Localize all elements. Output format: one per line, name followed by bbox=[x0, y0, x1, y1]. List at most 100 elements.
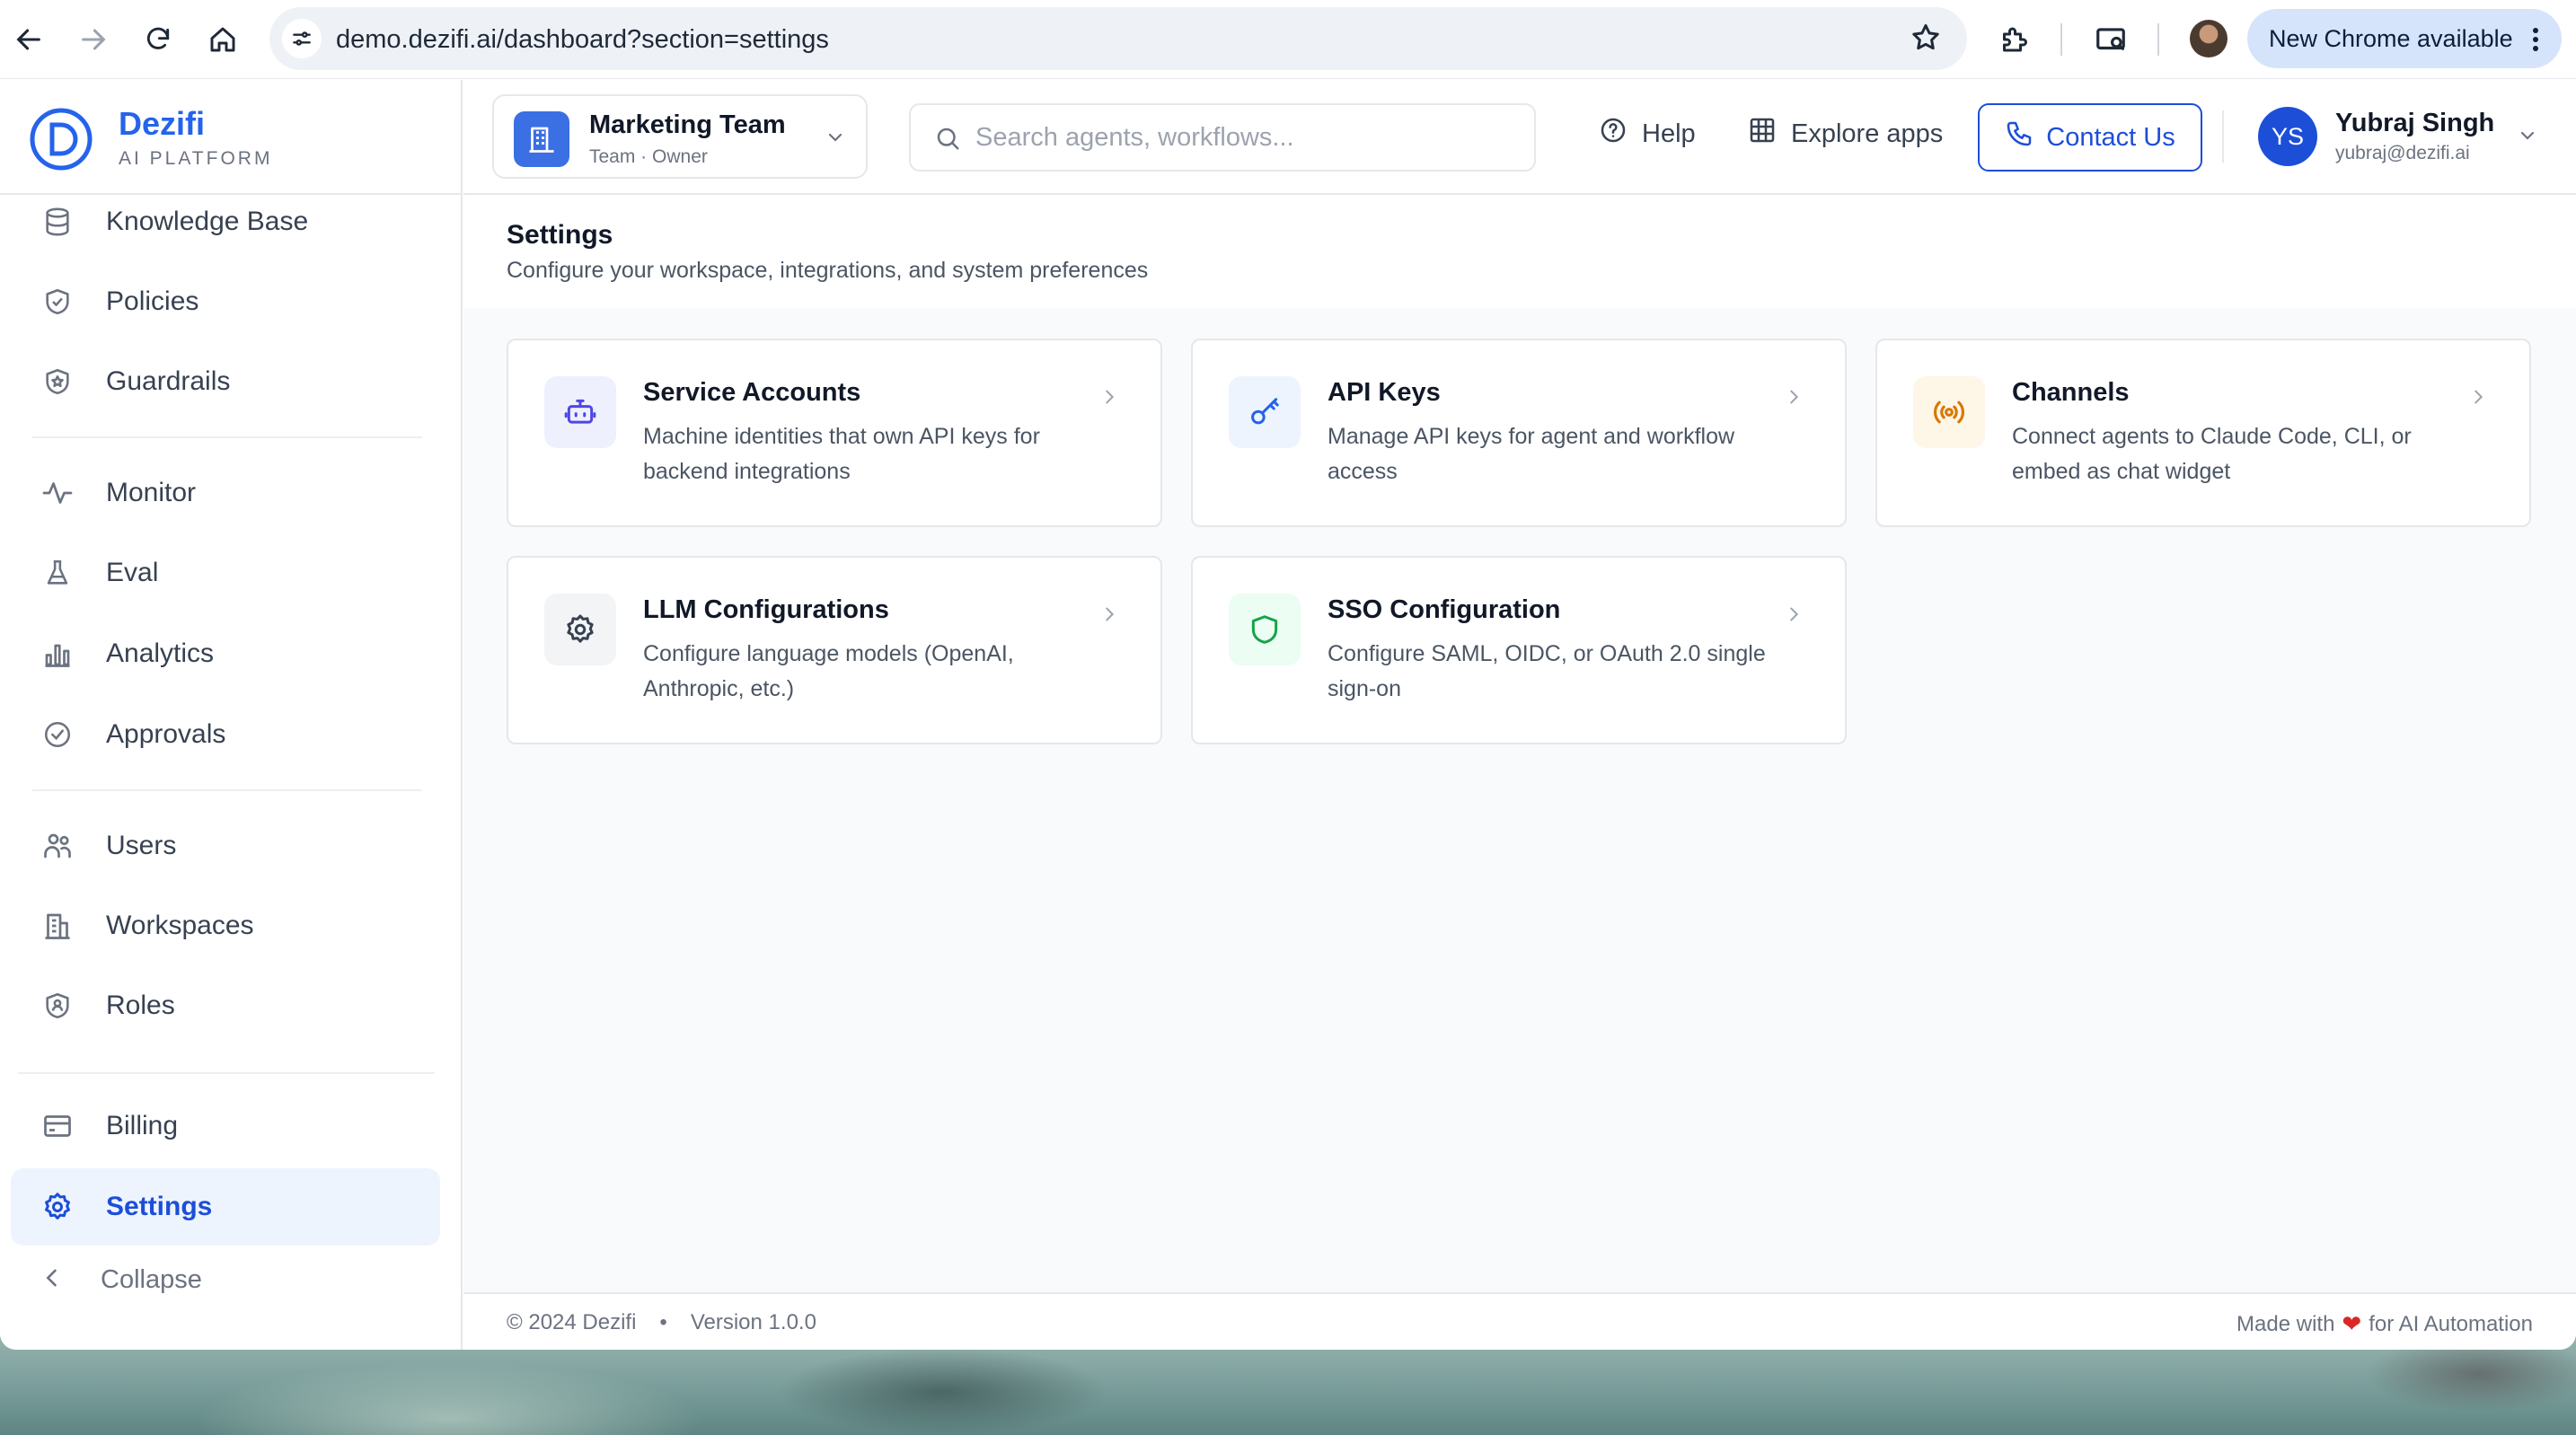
address-bar[interactable]: demo.dezifi.ai/dashboard?section=setting… bbox=[269, 7, 1967, 70]
sidebar-item-approvals[interactable]: Approvals bbox=[11, 696, 440, 773]
help-label: Help bbox=[1642, 119, 1696, 148]
home-icon[interactable] bbox=[199, 16, 246, 63]
chevron-down-icon bbox=[825, 127, 846, 153]
site-info-icon[interactable] bbox=[282, 19, 322, 58]
sidebar-divider bbox=[18, 1072, 435, 1074]
card-title: Service Accounts bbox=[643, 378, 861, 407]
user-name[interactable]: Yubraj Singh bbox=[2335, 109, 2494, 138]
sidebar-item-analytics[interactable]: Analytics bbox=[11, 615, 440, 692]
new-chrome-button[interactable]: New Chrome available bbox=[2247, 9, 2562, 68]
help-circle-icon bbox=[1599, 116, 1628, 152]
heart-icon: ❤ bbox=[2342, 1310, 2362, 1337]
sidebar-item-label: Policies bbox=[106, 286, 199, 316]
header-divider bbox=[2222, 110, 2224, 163]
search-box bbox=[909, 103, 1536, 172]
footer-left: © 2024 Dezifi • Version 1.0.0 bbox=[507, 1310, 816, 1335]
team-role: Team · Owner bbox=[589, 146, 708, 167]
shield-user-icon bbox=[40, 988, 75, 1024]
browser-toolbar: demo.dezifi.ai/dashboard?section=setting… bbox=[0, 0, 2576, 79]
sidebar-item-roles[interactable]: Roles bbox=[11, 967, 440, 1044]
check-circle-icon bbox=[40, 717, 75, 753]
search-icon bbox=[934, 125, 961, 156]
sso-configuration-card[interactable]: SSO Configuration Configure SAML, OIDC, … bbox=[1191, 556, 1847, 744]
contact-us-button[interactable]: Contact Us bbox=[1978, 103, 2202, 172]
sidebar: Dezifi AI PLATFORM Knowledge Base Polici… bbox=[0, 80, 463, 1350]
sidebar-item-guardrails[interactable]: Guardrails bbox=[11, 343, 440, 420]
sidebar-item-label: Billing bbox=[106, 1111, 179, 1140]
sidebar-item-policies[interactable]: Policies bbox=[11, 263, 440, 340]
team-switcher[interactable]: Marketing Team Team · Owner bbox=[492, 94, 868, 179]
sidebar-item-monitor[interactable]: Monitor bbox=[11, 454, 440, 532]
channels-card[interactable]: Channels Connect agents to Claude Code, … bbox=[1875, 339, 2531, 527]
app-header: Marketing Team Team · Owner Help Explore… bbox=[463, 80, 2576, 195]
brand-tagline: AI PLATFORM bbox=[119, 148, 273, 169]
card-description: Manage API keys for agent and workflow a… bbox=[1328, 424, 1735, 484]
search-input[interactable] bbox=[975, 118, 1514, 157]
card-title: API Keys bbox=[1328, 378, 1441, 407]
new-chrome-label: New Chrome available bbox=[2269, 24, 2513, 52]
building-icon bbox=[514, 111, 569, 167]
sidebar-item-label: Settings bbox=[106, 1192, 213, 1221]
card-title: LLM Configurations bbox=[643, 595, 889, 624]
collapse-button[interactable]: Collapse bbox=[40, 1265, 202, 1295]
sidebar-item-label: Workspaces bbox=[106, 911, 254, 940]
back-icon[interactable] bbox=[5, 16, 52, 63]
sidebar-item-label: Knowledge Base bbox=[106, 207, 309, 236]
user-avatar[interactable]: YS bbox=[2258, 107, 2317, 166]
forward-icon[interactable] bbox=[70, 16, 117, 63]
phone-icon bbox=[2005, 119, 2033, 155]
brand-name: Dezifi bbox=[119, 105, 206, 142]
card-description: Machine identities that own API keys for… bbox=[643, 424, 1040, 484]
building-icon bbox=[40, 908, 75, 944]
card-title: Channels bbox=[2012, 378, 2130, 407]
broadcast-icon bbox=[1913, 376, 1985, 448]
sidebar-item-label: Eval bbox=[106, 558, 159, 587]
card-description: Connect agents to Claude Code, CLI, or e… bbox=[2012, 424, 2412, 484]
chevron-right-icon bbox=[1784, 387, 1804, 411]
cast-search-icon[interactable] bbox=[2089, 18, 2132, 61]
card-title: SSO Configuration bbox=[1328, 595, 1561, 624]
extensions-icon[interactable] bbox=[1992, 18, 2035, 61]
page-header: Settings Configure your workspace, integ… bbox=[463, 197, 2576, 308]
llm-configurations-card[interactable]: LLM Configurations Configure language mo… bbox=[507, 556, 1162, 744]
gear-icon bbox=[40, 1189, 75, 1225]
chevron-right-icon bbox=[1099, 604, 1119, 629]
sidebar-item-label: Users bbox=[106, 831, 177, 860]
shield-icon bbox=[1229, 594, 1301, 665]
sidebar-item-label: Analytics bbox=[106, 638, 215, 668]
chevron-down-icon[interactable] bbox=[2517, 125, 2538, 151]
dezifi-logo-icon bbox=[30, 108, 93, 171]
help-button[interactable]: Help bbox=[1599, 116, 1696, 152]
bar-chart-icon bbox=[40, 636, 75, 672]
version-text: Version 1.0.0 bbox=[690, 1310, 816, 1334]
sidebar-item-knowledge-base[interactable]: Knowledge Base bbox=[11, 183, 440, 260]
explore-apps-button[interactable]: Explore apps bbox=[1748, 116, 1943, 152]
sidebar-item-eval[interactable]: Eval bbox=[11, 534, 440, 612]
card-description: Configure SAML, OIDC, or OAuth 2.0 singl… bbox=[1328, 641, 1766, 701]
chevron-right-icon bbox=[1784, 604, 1804, 629]
more-vertical-icon[interactable] bbox=[2531, 26, 2540, 59]
api-keys-card[interactable]: API Keys Manage API keys for agent and w… bbox=[1191, 339, 1847, 527]
page-subtitle: Configure your workspace, integrations, … bbox=[507, 258, 1149, 283]
key-icon bbox=[1229, 376, 1301, 448]
sidebar-item-users[interactable]: Users bbox=[11, 807, 440, 885]
shield-check-icon bbox=[40, 284, 75, 320]
sidebar-item-settings[interactable]: Settings bbox=[11, 1168, 440, 1246]
bookmark-star-icon[interactable] bbox=[1910, 22, 1942, 58]
sidebar-item-workspaces[interactable]: Workspaces bbox=[11, 887, 440, 964]
profile-avatar[interactable] bbox=[2190, 20, 2228, 57]
toolbar-divider bbox=[2157, 23, 2159, 56]
sidebar-item-label: Monitor bbox=[106, 478, 197, 507]
reload-icon[interactable] bbox=[135, 16, 181, 63]
shield-star-icon bbox=[40, 364, 75, 400]
separator-dot: • bbox=[659, 1310, 667, 1334]
sidebar-item-billing[interactable]: Billing bbox=[11, 1087, 440, 1165]
settings-grid: Service Accounts Machine identities that… bbox=[463, 308, 2576, 1292]
brand[interactable]: Dezifi AI PLATFORM bbox=[0, 80, 461, 195]
credit-card-icon bbox=[40, 1108, 75, 1144]
users-icon bbox=[40, 828, 75, 864]
service-accounts-card[interactable]: Service Accounts Machine identities that… bbox=[507, 339, 1162, 527]
team-name: Marketing Team bbox=[589, 110, 786, 139]
sidebar-item-label: Guardrails bbox=[106, 366, 231, 396]
page-title: Settings bbox=[507, 220, 613, 250]
